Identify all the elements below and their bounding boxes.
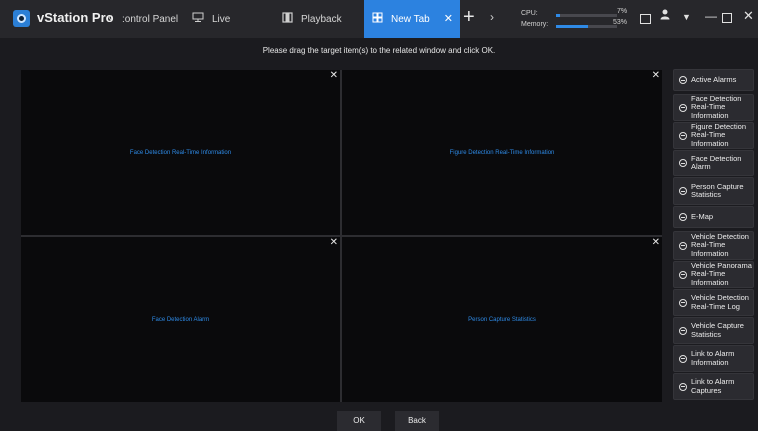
minus-circle-icon	[679, 382, 687, 391]
minus-circle-icon	[679, 354, 687, 363]
chevron-down-icon[interactable]: ▼	[682, 12, 691, 22]
module-item-label: Face Detection Alarm	[691, 153, 742, 171]
minus-circle-icon	[679, 298, 687, 307]
fullscreen-icon[interactable]	[640, 14, 651, 24]
back-button[interactable]: Back	[395, 411, 439, 431]
tab-label: New Tab	[391, 13, 430, 25]
module-item-label: Vehicle Detection Real-Time Log	[691, 293, 749, 311]
module-item-label: Link to Alarm Captures	[691, 377, 735, 395]
module-item-active-alarms[interactable]: Active Alarms	[673, 69, 754, 91]
tab-live[interactable]: Live	[192, 0, 262, 38]
module-item-person-capture-statistics[interactable]: Person Capture Statistics	[673, 177, 754, 205]
close-pane-icon[interactable]: ✕	[652, 71, 660, 81]
module-item-e-map[interactable]: E-Map	[673, 206, 754, 228]
add-tab-button[interactable]: +	[463, 6, 475, 29]
module-item-label: Vehicle Capture Statistics	[691, 321, 744, 339]
module-item-vehicle-detection-real-time[interactable]: Vehicle Detection Real-Time Information	[673, 231, 754, 260]
memory-usage-bar	[556, 25, 617, 28]
module-item-vehicle-panorama-real-time[interactable]: Vehicle Panorama Real-Time Information	[673, 261, 754, 288]
close-icon[interactable]: ✕	[743, 8, 754, 24]
monitor-icon	[192, 12, 204, 26]
tab-label: Live	[212, 13, 231, 25]
app-title: vStation Pro	[37, 10, 114, 25]
module-item-label: Link to Alarm Information	[691, 349, 735, 367]
module-item-link-alarm-information[interactable]: Link to Alarm Information	[673, 345, 754, 372]
view-pane[interactable]: Figure Detection Real-Time Information ✕	[342, 70, 662, 235]
maximize-icon[interactable]	[722, 13, 732, 23]
minimize-icon[interactable]: —	[705, 9, 717, 23]
close-pane-icon[interactable]: ✕	[330, 71, 338, 81]
module-item-label: Vehicle Detection Real-Time Information	[691, 231, 749, 258]
cpu-value: 7%	[617, 8, 628, 15]
module-item-face-detection-alarm[interactable]: Face Detection Alarm	[673, 150, 754, 176]
view-pane[interactable]: Face Detection Real-Time Information ✕	[21, 70, 340, 235]
minus-circle-icon	[679, 241, 687, 250]
view-grid: Face Detection Real-Time Information ✕ F…	[21, 70, 662, 402]
pane-label: Person Capture Statistics	[468, 316, 536, 323]
module-item-face-detection-real-time[interactable]: Face Detection Real-Time Information	[673, 94, 754, 121]
pane-label: Face Detection Alarm	[151, 316, 210, 323]
module-item-label: Active Alarms	[691, 74, 737, 84]
pane-label: Figure Detection Real-Time Information	[449, 149, 555, 156]
title-bar: vStation Pro ‹ :ontrol Panel Live Playba…	[0, 0, 758, 38]
minus-circle-icon	[679, 159, 687, 167]
memory-value: 53%	[613, 19, 628, 26]
memory-usage-fill	[556, 25, 589, 28]
instruction-text: Please drag the target item(s) to the re…	[262, 46, 496, 55]
close-tab-icon[interactable]: ✕	[444, 12, 453, 25]
tab-label: Playback	[301, 13, 342, 25]
minus-circle-icon	[679, 187, 687, 195]
cpu-usage-fill	[556, 14, 561, 17]
app-logo-icon	[13, 10, 30, 27]
cpu-label: CPU:	[521, 10, 538, 17]
close-pane-icon[interactable]: ✕	[652, 238, 660, 248]
tab-scroll-right-button[interactable]: ›	[490, 10, 494, 24]
module-item-label: Figure Detection Real-Time Information	[691, 122, 747, 148]
user-icon[interactable]	[660, 9, 670, 23]
minus-circle-icon	[679, 213, 687, 221]
module-item-link-alarm-captures[interactable]: Link to Alarm Captures	[673, 373, 754, 400]
tab-scroll-left-button[interactable]: ‹	[108, 10, 112, 24]
view-pane[interactable]: Person Capture Statistics ✕	[342, 237, 662, 402]
grid-icon	[372, 12, 383, 26]
tab-playback[interactable]: Playback	[282, 0, 362, 38]
ok-button[interactable]: OK	[337, 411, 381, 431]
module-item-figure-detection-real-time[interactable]: Figure Detection Real-Time Information	[673, 122, 754, 149]
cpu-usage-bar	[556, 14, 617, 17]
tab-control-panel[interactable]: :ontrol Panel	[122, 0, 182, 38]
minus-circle-icon	[679, 326, 687, 335]
minus-circle-icon	[679, 270, 687, 279]
pane-label: Face Detection Real-Time Information	[129, 149, 232, 156]
memory-label: Memory:	[521, 21, 549, 28]
module-item-vehicle-capture-statistics[interactable]: Vehicle Capture Statistics	[673, 317, 754, 344]
tab-label: :ontrol Panel	[122, 13, 179, 25]
minus-circle-icon	[679, 103, 687, 112]
view-pane[interactable]: Face Detection Alarm ✕	[21, 237, 340, 402]
module-list: Active Alarms Face Detection Real-Time I…	[669, 69, 758, 404]
module-item-label: Vehicle Panorama Real-Time Information	[691, 261, 752, 287]
film-icon	[282, 12, 293, 26]
module-item-vehicle-detection-log[interactable]: Vehicle Detection Real-Time Log	[673, 289, 754, 316]
minus-circle-icon	[679, 76, 687, 84]
close-pane-icon[interactable]: ✕	[330, 238, 338, 248]
module-item-label: E-Map	[691, 211, 714, 221]
module-item-label: Person Capture Statistics	[691, 181, 744, 199]
minus-circle-icon	[679, 131, 687, 140]
tab-new-tab[interactable]: New Tab ✕	[364, 0, 460, 38]
module-item-label: Face Detection Real-Time Information	[691, 94, 742, 120]
